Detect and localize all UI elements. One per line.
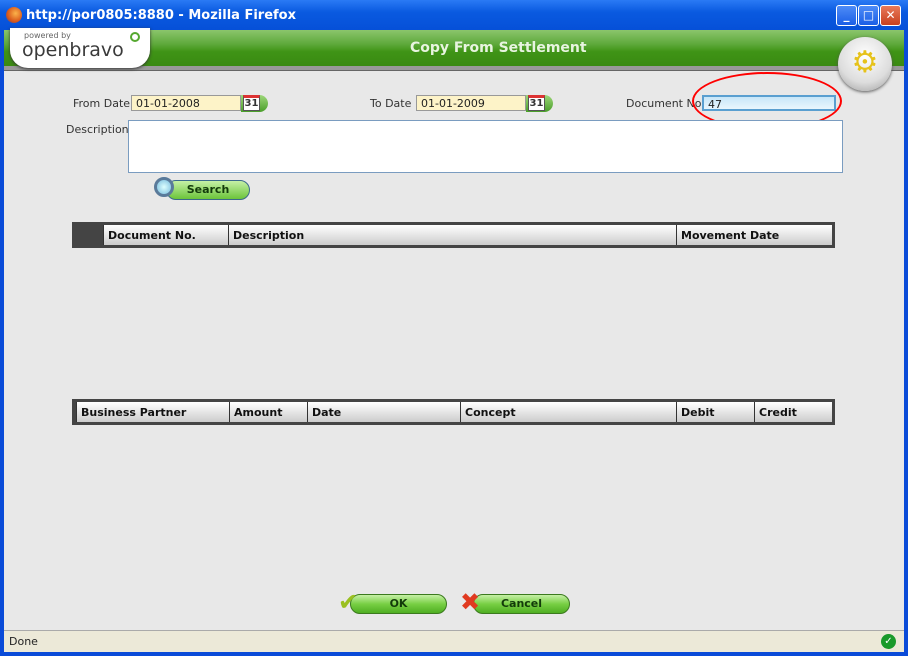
- to-date-calendar-button[interactable]: 31: [526, 95, 553, 112]
- column-concept[interactable]: Concept: [460, 402, 676, 422]
- from-date-input[interactable]: 01-01-2008: [131, 95, 241, 111]
- openbravo-logo[interactable]: powered by openbravo: [10, 28, 150, 68]
- page-title: Copy From Settlement: [410, 40, 587, 56]
- search-icon: [154, 177, 174, 197]
- logo-text: openbravo: [22, 39, 124, 61]
- lines-table-header: Business Partner Amount Date Concept Deb…: [72, 399, 835, 425]
- status-bar: Done ✓: [4, 630, 904, 652]
- column-debit[interactable]: Debit: [676, 402, 754, 422]
- window-title: http://por0805:8880 - Mozilla Firefox: [26, 8, 296, 23]
- column-date[interactable]: Date: [307, 402, 460, 422]
- browser-title-bar: http://por0805:8880 - Mozilla Firefox _ …: [0, 0, 908, 30]
- maximize-button[interactable]: □: [858, 5, 879, 26]
- to-date-label: To Date: [370, 97, 412, 110]
- status-text: Done: [9, 635, 38, 648]
- column-business-partner[interactable]: Business Partner: [76, 402, 229, 422]
- description-label: Description:: [66, 123, 133, 136]
- description-textarea[interactable]: [128, 120, 843, 173]
- documents-table-header: Document No. Description Movement Date: [72, 222, 835, 248]
- search-button[interactable]: Search: [166, 180, 250, 200]
- close-button[interactable]: ✕: [880, 5, 901, 26]
- column-credit[interactable]: Credit: [754, 402, 832, 422]
- ok-button[interactable]: OK: [350, 594, 447, 614]
- from-date-label: From Date: [73, 97, 131, 110]
- cancel-button[interactable]: Cancel: [473, 594, 570, 614]
- checkmark-icon: ✔: [338, 588, 359, 616]
- column-movement-date[interactable]: Movement Date: [676, 225, 832, 245]
- cancel-x-icon: ✖: [460, 588, 481, 616]
- column-description[interactable]: Description: [228, 225, 676, 245]
- header-divider: [4, 66, 904, 71]
- gear-icon[interactable]: ⚙: [838, 37, 892, 91]
- secure-check-icon: ✓: [881, 634, 896, 649]
- column-amount[interactable]: Amount: [229, 402, 307, 422]
- minimize-button[interactable]: _: [836, 5, 857, 26]
- logo-mark: [130, 32, 140, 42]
- popup-window: powered by openbravo Copy From Settlemen…: [4, 28, 904, 652]
- from-date-calendar-button[interactable]: 31: [241, 95, 268, 112]
- calendar-icon: 31: [243, 95, 260, 111]
- column-document-no[interactable]: Document No.: [103, 225, 228, 245]
- to-date-input[interactable]: 01-01-2009: [416, 95, 526, 111]
- firefox-icon: [6, 7, 22, 23]
- calendar-icon: 31: [528, 95, 545, 111]
